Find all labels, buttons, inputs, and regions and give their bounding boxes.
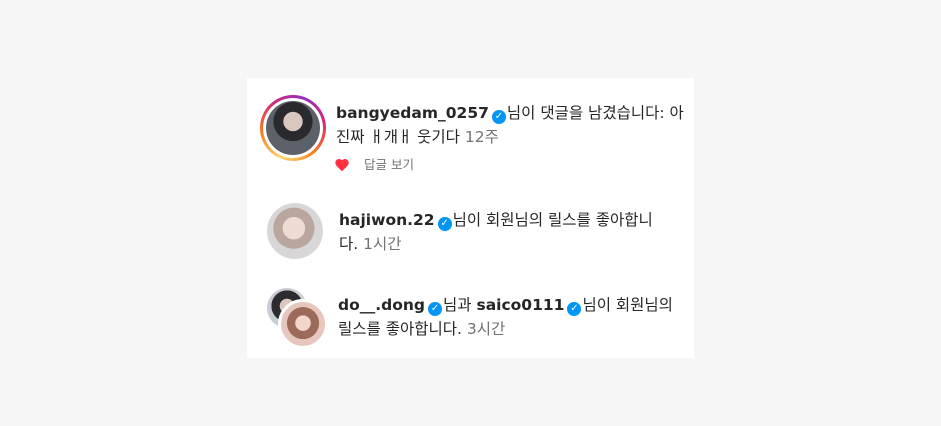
username-link[interactable]: do__.dong (338, 296, 425, 314)
notification-text: do__.dong ✓ 님과 saico0111 ✓ 님이 회원님의 릴스를 좋아합니다… (338, 293, 686, 341)
notification-message: 님이 회원님의 (582, 296, 673, 314)
notification-like-multiple[interactable]: do__.dong ✓ 님과 saico0111 ✓ 님이 회원님의 릴스를 좋아합니다… (247, 272, 694, 358)
view-replies-button[interactable]: 답글 보기 (364, 155, 414, 175)
avatar-story-ring[interactable] (260, 95, 326, 161)
username-link-2[interactable]: saico0111 (476, 296, 564, 314)
avatar[interactable] (267, 203, 323, 259)
username-link[interactable]: bangyedam_0257 (336, 104, 489, 122)
timestamp: 12주 (464, 128, 499, 146)
notification-message-cont: 다. (339, 235, 364, 253)
notification-like[interactable]: hajiwon.22 ✓ 님이 회원님의 릴스를 좋아합니 다. 1시간 (247, 186, 694, 272)
connector-text: 님과 (443, 296, 477, 314)
notification-message-cont: 릴스를 좋아합니다. (338, 320, 467, 338)
notification-message: 님이 회원님의 릴스를 좋아합니 (452, 211, 653, 229)
heart-filled-icon[interactable] (334, 157, 350, 173)
verified-badge-icon: ✓ (437, 217, 452, 231)
notifications-panel: bangyedam_0257 ✓ 님이 댓글을 남겼습니다: 아 진짜 ㅐ개ㅐ 웃기… (247, 78, 694, 358)
timestamp: 3시간 (466, 320, 506, 338)
timestamp: 1시간 (363, 235, 402, 253)
avatar (266, 101, 320, 155)
notification-text: bangyedam_0257 ✓ 님이 댓글을 남겼습니다: 아 진짜 ㅐ개ㅐ 웃기… (336, 101, 684, 149)
verified-badge-icon: ✓ (491, 110, 506, 124)
avatar-secondary[interactable] (278, 299, 328, 349)
notification-text: hajiwon.22 ✓ 님이 회원님의 릴스를 좋아합니 다. 1시간 (339, 208, 687, 256)
notification-comment[interactable]: bangyedam_0257 ✓ 님이 댓글을 남겼습니다: 아 진짜 ㅐ개ㅐ 웃기… (247, 78, 694, 186)
verified-badge-icon: ✓ (428, 302, 443, 316)
username-link[interactable]: hajiwon.22 (339, 211, 435, 229)
verified-badge-icon: ✓ (567, 302, 582, 316)
comment-text: 진짜 ㅐ개ㅐ 웃기다 (336, 128, 465, 146)
notification-message: 님이 댓글을 남겼습니다: 아 (506, 104, 684, 122)
